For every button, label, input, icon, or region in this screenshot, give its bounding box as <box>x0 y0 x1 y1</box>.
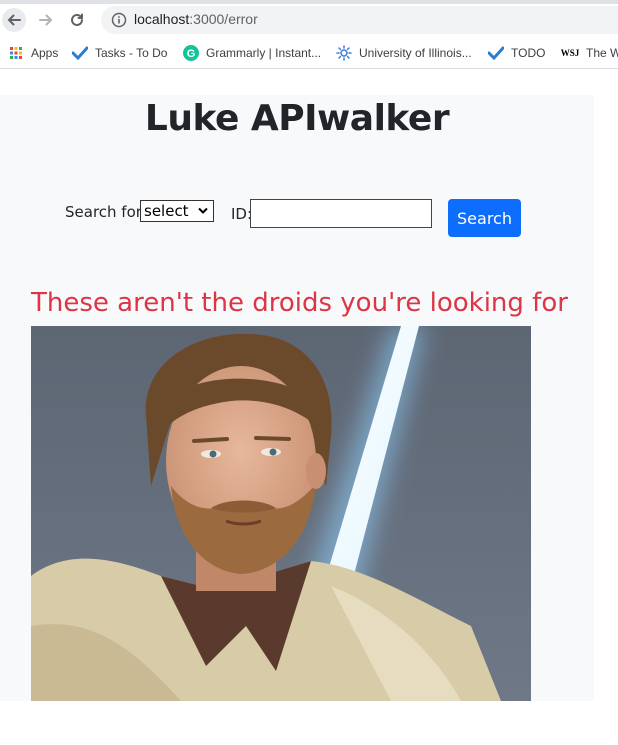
reload-icon <box>71 13 83 26</box>
url-host: localhost <box>134 11 190 27</box>
tab-strip <box>0 0 618 4</box>
bookmark-wsj[interactable]: WSJ The W <box>561 44 618 62</box>
select-value: select <box>144 202 189 220</box>
bookmark-todo[interactable]: TODO <box>488 44 545 62</box>
checkmark-icon <box>72 45 88 61</box>
bookmark-tasks[interactable]: Tasks - To Do <box>72 44 167 62</box>
chevron-down-icon <box>198 207 208 214</box>
page-container: Luke APIwalker Search for: select ID: Se… <box>0 95 594 701</box>
resource-select[interactable]: select <box>140 200 214 222</box>
bookmark-label: Apps <box>31 46 59 60</box>
bookmark-label: The W <box>586 46 618 60</box>
bookmark-label: TODO <box>511 46 546 60</box>
bookmark-grammarly[interactable]: G Grammarly | Instant... <box>183 44 321 62</box>
toolbar-divider <box>0 68 618 69</box>
apps-grid-icon <box>8 45 24 61</box>
error-message: These aren't the droids you're looking f… <box>31 288 568 318</box>
bookmarks-bar: Apps Tasks - To Do G Grammarly | Instant… <box>0 40 618 66</box>
id-input[interactable] <box>250 199 432 228</box>
reload-button[interactable] <box>65 8 89 32</box>
svg-text:G: G <box>187 48 196 60</box>
address-bar[interactable]: localhost:3000/error <box>101 6 618 34</box>
search-for-label: Search for: <box>65 203 147 221</box>
browser-chrome: localhost:3000/error Apps Tasks - To Do … <box>0 0 618 70</box>
bookmark-label: Grammarly | Instant... <box>206 46 322 60</box>
wsj-logo-icon: WSJ <box>560 48 580 58</box>
grammarly-icon: G <box>183 45 199 61</box>
search-button[interactable]: Search <box>448 199 521 237</box>
bookmark-illinois[interactable]: University of Illinois... <box>336 44 472 62</box>
obi-wan-image <box>31 326 531 701</box>
info-icon[interactable] <box>111 12 127 28</box>
back-button[interactable] <box>2 8 26 32</box>
url-path: :3000/error <box>189 11 258 27</box>
page-title: Luke APIwalker <box>144 98 450 139</box>
checkmark-icon <box>488 45 504 61</box>
sun-icon <box>336 45 352 61</box>
bookmark-label: Tasks - To Do <box>95 46 168 60</box>
arrow-right-icon <box>39 14 53 26</box>
arrow-left-icon <box>7 14 21 26</box>
bookmark-apps[interactable]: Apps <box>8 44 58 62</box>
id-label: ID: <box>231 205 253 223</box>
bookmark-label: University of Illinois... <box>359 46 472 60</box>
url-text: localhost:3000/error <box>134 11 258 27</box>
forward-button[interactable] <box>34 8 58 32</box>
